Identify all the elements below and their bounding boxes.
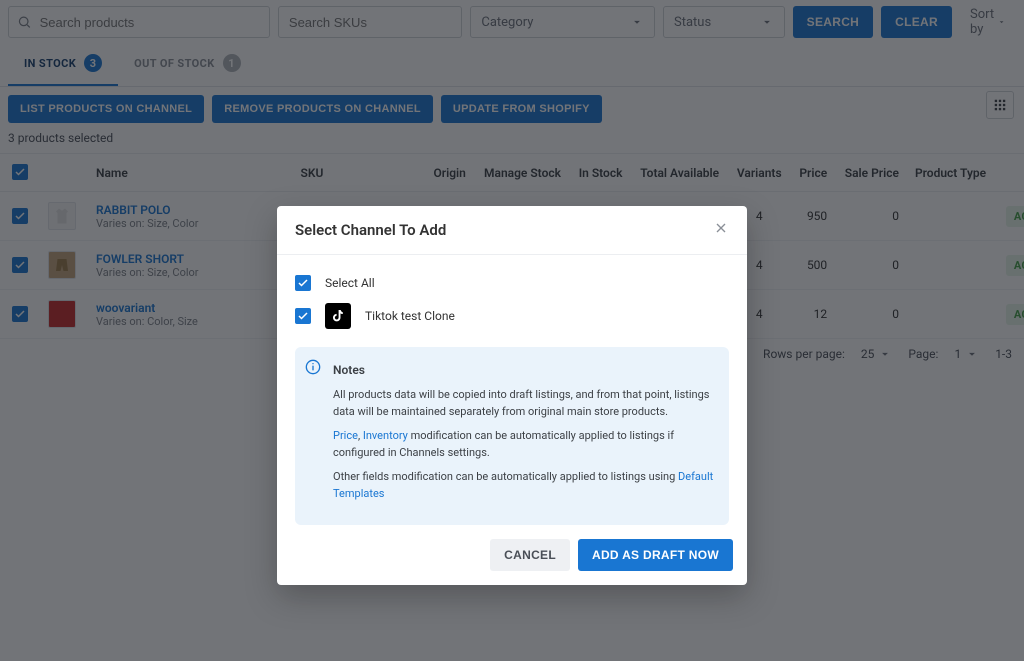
cancel-button[interactable]: CANCEL bbox=[490, 539, 570, 571]
info-icon bbox=[305, 359, 321, 380]
channel-checkbox[interactable] bbox=[295, 308, 311, 324]
note-line-1: All products data will be copied into dr… bbox=[333, 386, 715, 420]
add-channel-dialog: Select Channel To Add Select All Tiktok … bbox=[277, 206, 747, 585]
channel-name: Tiktok test Clone bbox=[365, 309, 455, 323]
price-link[interactable]: Price bbox=[333, 429, 358, 442]
select-all-label: Select All bbox=[325, 276, 375, 290]
add-as-draft-button[interactable]: ADD AS DRAFT NOW bbox=[578, 539, 733, 571]
inventory-link[interactable]: Inventory bbox=[363, 429, 408, 442]
select-all-checkbox[interactable] bbox=[295, 275, 311, 291]
select-all-row[interactable]: Select All bbox=[295, 269, 729, 297]
tiktok-icon bbox=[325, 303, 351, 329]
dialog-title: Select Channel To Add bbox=[295, 221, 446, 239]
close-button[interactable] bbox=[713, 220, 729, 240]
close-icon bbox=[713, 220, 729, 236]
note-line-3: Other fields modification can be automat… bbox=[333, 468, 715, 502]
note-line-2: Price, Inventory modification can be aut… bbox=[333, 427, 715, 461]
notes-title: Notes bbox=[333, 361, 715, 380]
channel-row[interactable]: Tiktok test Clone bbox=[295, 297, 729, 335]
notes-box: Notes All products data will be copied i… bbox=[295, 347, 729, 525]
